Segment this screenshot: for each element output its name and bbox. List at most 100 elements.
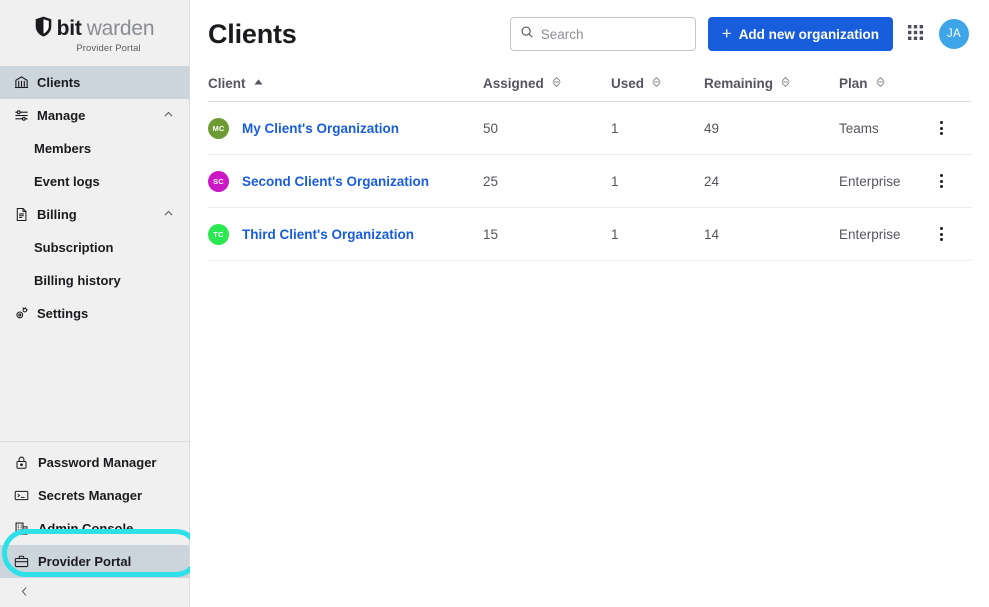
column-header-label: Plan <box>839 76 868 91</box>
clients-table-wrap: Client Assigned Used Remaining Plan MC M… <box>190 68 989 261</box>
avatar-initials: SC <box>213 176 224 186</box>
sidebar-item-secrets-manager[interactable]: Secrets Manager <box>0 479 189 512</box>
sidebar-item-label: Billing <box>37 207 77 222</box>
grid-icon <box>907 24 924 44</box>
column-header-label: Remaining <box>704 76 774 91</box>
avatar-initials: TC <box>213 229 224 239</box>
cell-actions <box>928 101 971 155</box>
sidebar-item-label: Settings <box>37 306 89 321</box>
sliders-icon <box>14 108 29 123</box>
product-switcher: Password Manager Secrets Manager Admin C… <box>0 441 189 580</box>
cell-plan: Enterprise <box>839 154 929 208</box>
briefcase-icon <box>14 554 29 569</box>
avatar-initials: MC <box>212 123 225 133</box>
chevron-up-icon[interactable] <box>162 207 175 223</box>
organization-link[interactable]: Second Client's Organization <box>242 174 429 189</box>
cell-assigned: 25 <box>483 154 611 208</box>
chevron-up-icon[interactable] <box>162 108 175 124</box>
table-row: SC Second Client's Organization 25 1 24 … <box>208 154 971 208</box>
column-header-used[interactable]: Used <box>611 68 704 102</box>
main-content: Clients + Add new organization <box>190 0 989 607</box>
cell-client: MC My Client's Organization <box>208 101 483 155</box>
sidebar-item-label: Clients <box>37 75 81 90</box>
brand-logo-line: bit warden <box>35 16 155 42</box>
column-header-remaining[interactable]: Remaining <box>704 68 839 102</box>
cell-remaining: 49 <box>704 101 839 155</box>
table-row: MC My Client's Organization 50 1 49 Team… <box>208 101 971 155</box>
avatar: MC <box>208 117 229 139</box>
sidebar: bit warden Provider Portal Clients Manag… <box>0 0 200 607</box>
sidebar-item-label: Subscription <box>34 240 114 255</box>
search-box[interactable] <box>509 17 696 51</box>
cell-used: 1 <box>611 207 704 261</box>
cell-remaining: 24 <box>704 154 839 208</box>
cell-actions <box>928 207 971 261</box>
sidebar-item-label: Password Manager <box>38 455 157 470</box>
sidebar-item-admin-console[interactable]: Admin Console <box>0 512 189 545</box>
sidebar-item-subscription[interactable]: Subscription <box>0 231 189 264</box>
sidebar-item-label: Event logs <box>34 174 100 189</box>
clients-table: Client Assigned Used Remaining Plan MC M… <box>208 68 971 261</box>
cell-assigned: 15 <box>483 207 611 261</box>
column-header-client[interactable]: Client <box>208 68 483 102</box>
building-icon <box>14 521 29 536</box>
app-root: bit warden Provider Portal Clients Manag… <box>0 0 989 607</box>
column-header-plan[interactable]: Plan <box>839 68 929 102</box>
sidebar-item-settings[interactable]: Settings <box>0 297 189 330</box>
brand-logo[interactable]: bit warden Provider Portal <box>0 0 189 66</box>
row-options-button[interactable] <box>929 168 955 194</box>
terminal-icon <box>14 488 29 503</box>
invoice-icon <box>14 207 29 222</box>
kebab-menu-icon <box>940 121 944 135</box>
sidebar-item-members[interactable]: Members <box>0 132 189 165</box>
cell-used: 1 <box>611 154 704 208</box>
cell-plan: Enterprise <box>839 207 929 261</box>
sidebar-item-clients[interactable]: Clients <box>0 66 189 99</box>
sidebar-item-label: Secrets Manager <box>38 488 143 503</box>
brand-name-bold: bit <box>56 17 82 40</box>
sidebar-item-label: Manage <box>37 108 86 123</box>
sort-icon <box>875 76 886 91</box>
kebab-menu-icon <box>940 174 944 188</box>
avatar: TC <box>208 223 229 245</box>
column-header-assigned[interactable]: Assigned <box>483 68 611 102</box>
sidebar-item-billing-history[interactable]: Billing history <box>0 264 189 297</box>
cell-client: SC Second Client's Organization <box>208 154 483 208</box>
sidebar-item-manage[interactable]: Manage <box>0 99 189 132</box>
sidebar-item-label: Provider Portal <box>38 554 132 569</box>
cell-client: TC Third Client's Organization <box>208 207 483 261</box>
lock-icon <box>14 455 29 470</box>
column-header-label: Client <box>208 76 246 91</box>
row-options-button[interactable] <box>929 221 955 247</box>
app-switcher-button[interactable] <box>905 23 927 45</box>
shield-icon <box>35 16 52 42</box>
table-body: MC My Client's Organization 50 1 49 Team… <box>208 101 971 261</box>
avatar: SC <box>208 170 229 192</box>
account-avatar-initials: JA <box>946 28 961 40</box>
sort-icon <box>780 76 791 91</box>
row-options-button[interactable] <box>929 115 955 141</box>
organization-link[interactable]: My Client's Organization <box>242 121 399 136</box>
brand-name-light: warden <box>86 17 155 40</box>
sidebar-item-label: Billing history <box>34 273 121 288</box>
add-new-organization-label: Add new organization <box>738 26 879 42</box>
kebab-menu-icon <box>940 227 944 241</box>
chevron-left-icon <box>18 585 31 603</box>
column-header-label: Used <box>611 76 645 91</box>
cell-used: 1 <box>611 101 704 155</box>
search-input[interactable] <box>540 26 681 42</box>
sidebar-item-label: Members <box>34 141 92 156</box>
sidebar-item-billing[interactable]: Billing <box>0 198 189 231</box>
sidebar-collapse-button[interactable] <box>0 580 189 607</box>
column-header-label: Assigned <box>483 76 544 91</box>
page-header: Clients + Add new organization <box>190 0 989 68</box>
search-icon <box>520 25 534 44</box>
add-new-organization-button[interactable]: + Add new organization <box>707 17 893 51</box>
sidebar-item-password-manager[interactable]: Password Manager <box>0 446 189 479</box>
sidebar-item-event-logs[interactable]: Event logs <box>0 165 189 198</box>
organization-link[interactable]: Third Client's Organization <box>242 227 414 242</box>
sidebar-item-provider-portal[interactable]: Provider Portal <box>0 545 189 578</box>
cell-actions <box>928 154 971 208</box>
account-avatar[interactable]: JA <box>938 19 969 49</box>
brand-subtitle: Provider Portal <box>76 43 141 54</box>
